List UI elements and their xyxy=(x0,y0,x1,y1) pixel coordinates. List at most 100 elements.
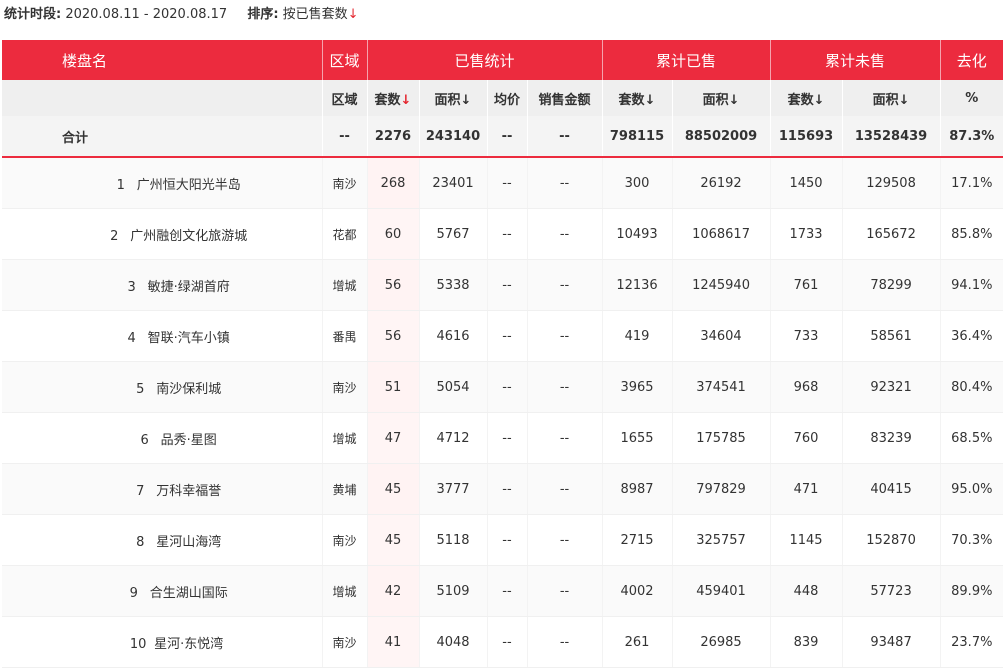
total-unsold-area: 13528439 xyxy=(841,116,941,158)
row-name-cell: 7 万科幸福誉 xyxy=(2,463,322,515)
row-unsold-area: 165672 xyxy=(841,208,941,260)
property-name-link[interactable]: 万科幸福誉 xyxy=(156,484,221,499)
total-sales-amount: -- xyxy=(526,116,603,158)
sales-table: 楼盘名 区域 已售统计 累计已售 累计未售 去化 区域 套数↓ 面积↓ 均价 销… xyxy=(2,40,1004,668)
property-name-link[interactable]: 南沙保利城 xyxy=(156,382,221,397)
row-name-cell: 5 南沙保利城 xyxy=(2,361,322,413)
table-row[interactable]: 7 万科幸福誉 黄埔 45 3777 -- -- 8987 797829 471 … xyxy=(2,463,1004,515)
row-units: 45 xyxy=(366,463,419,515)
sort-down-arrow-icon[interactable]: ↓ xyxy=(348,7,359,22)
sort-cum-units[interactable]: 套数↓ xyxy=(601,80,673,116)
total-row: 合计 -- 2276 243140 -- -- 798115 88502009 … xyxy=(2,116,1004,158)
row-sales-amount: -- xyxy=(526,463,603,515)
table-row[interactable]: 3 敏捷·绿湖首府 增城 56 5338 -- -- 12136 1245940 … xyxy=(2,259,1004,311)
row-rate: 94.1% xyxy=(939,259,1004,311)
table-row[interactable]: 1 广州恒大阳光半岛 南沙 268 23401 -- -- 300 26192 1… xyxy=(2,157,1004,209)
row-unsold-units: 1733 xyxy=(769,208,843,260)
property-name-link[interactable]: 智联·汽车小镇 xyxy=(148,331,230,346)
row-area: 5118 xyxy=(418,514,487,566)
row-sales-amount: -- xyxy=(526,412,603,464)
sort-unsold-units[interactable]: 套数↓ xyxy=(769,80,843,116)
sort-unsold-area[interactable]: 面积↓ xyxy=(841,80,941,116)
row-avg-price: -- xyxy=(486,361,527,413)
row-sales-amount: -- xyxy=(526,565,603,617)
row-unsold-area: 58561 xyxy=(841,310,941,362)
row-unsold-area: 129508 xyxy=(841,157,941,209)
row-units: 268 xyxy=(366,157,419,209)
table-row[interactable]: 6 品秀·星图 增城 47 4712 -- -- 1655 175785 760 … xyxy=(2,412,1004,464)
row-unsold-area: 57723 xyxy=(841,565,941,617)
row-name-cell: 2 广州融创文化旅游城 xyxy=(2,208,322,260)
row-sales-amount: -- xyxy=(526,157,603,209)
row-rate: 95.0% xyxy=(939,463,1004,515)
property-name-link[interactable]: 合生湖山国际 xyxy=(150,586,228,601)
subheader-unsold-units-label: 套数 xyxy=(787,92,814,108)
table-row[interactable]: 4 智联·汽车小镇 番禺 56 4616 -- -- 419 34604 733 … xyxy=(2,310,1004,362)
row-avg-price: -- xyxy=(486,259,527,311)
row-rate: 17.1% xyxy=(939,157,1004,209)
total-units: 2276 xyxy=(366,116,419,158)
total-avg-price: -- xyxy=(486,116,527,158)
row-name-cell: 6 品秀·星图 xyxy=(2,412,322,464)
total-unsold-units: 115693 xyxy=(769,116,843,158)
row-sales-amount: -- xyxy=(526,514,603,566)
header-district: 区域 xyxy=(321,40,367,80)
property-name-link[interactable]: 广州融创文化旅游城 xyxy=(130,229,247,244)
table-row[interactable]: 10 星河·东悦湾 南沙 41 4048 -- -- 261 26985 839 … xyxy=(2,616,1004,668)
property-name-link[interactable]: 星河·东悦湾 xyxy=(154,637,223,652)
sort-arrow-active-icon: ↓ xyxy=(400,92,412,108)
property-name-link[interactable]: 广州恒大阳光半岛 xyxy=(137,178,241,193)
row-sales-amount: -- xyxy=(526,310,603,362)
row-unsold-units: 1450 xyxy=(769,157,843,209)
table-row[interactable]: 9 合生湖山国际 增城 42 5109 -- -- 4002 459401 448… xyxy=(2,565,1004,617)
row-cum-units: 8987 xyxy=(601,463,673,515)
header-sub-row: 区域 套数↓ 面积↓ 均价 销售金额 套数↓ 面积↓ 套数↓ 面积↓ % xyxy=(2,80,1004,116)
row-cum-area: 26985 xyxy=(671,616,771,668)
row-index: 2 xyxy=(110,228,119,244)
table-row[interactable]: 2 广州融创文化旅游城 花都 60 5767 -- -- 10493 106861… xyxy=(2,208,1004,260)
row-name-cell: 1 广州恒大阳光半岛 xyxy=(2,157,322,209)
row-rate: 68.5% xyxy=(939,412,1004,464)
row-units: 42 xyxy=(366,565,419,617)
property-name-link[interactable]: 品秀·星图 xyxy=(161,433,217,448)
property-name-link[interactable]: 星河山海湾 xyxy=(156,535,221,550)
row-unsold-units: 471 xyxy=(769,463,843,515)
row-district: 黄埔 xyxy=(321,463,367,515)
row-sales-amount: -- xyxy=(526,259,603,311)
row-rate: 36.4% xyxy=(939,310,1004,362)
sort-area[interactable]: 面积↓ xyxy=(418,80,487,116)
total-cum-units: 798115 xyxy=(601,116,673,158)
row-cum-units: 2715 xyxy=(601,514,673,566)
sort-arrow-icon: ↓ xyxy=(644,92,656,108)
subheader-area-label: 面积 xyxy=(434,92,461,108)
table-row[interactable]: 8 星河山海湾 南沙 45 5118 -- -- 2715 325757 1145… xyxy=(2,514,1004,566)
row-index: 6 xyxy=(140,432,149,448)
sort-arrow-icon: ↓ xyxy=(813,92,825,108)
row-index: 10 xyxy=(129,636,147,652)
period-label: 统计时段: xyxy=(4,7,62,22)
row-avg-price: -- xyxy=(486,463,527,515)
header-group-row: 楼盘名 区域 已售统计 累计已售 累计未售 去化 xyxy=(2,40,1004,80)
header-cumulative-sold: 累计已售 xyxy=(601,40,771,80)
row-cum-units: 300 xyxy=(601,157,673,209)
row-unsold-area: 78299 xyxy=(841,259,941,311)
row-cum-units: 10493 xyxy=(601,208,673,260)
sort-units[interactable]: 套数↓ xyxy=(366,80,419,116)
table-row[interactable]: 5 南沙保利城 南沙 51 5054 -- -- 3965 374541 968 … xyxy=(2,361,1004,413)
row-rate: 80.4% xyxy=(939,361,1004,413)
row-avg-price: -- xyxy=(486,208,527,260)
sort-cum-area[interactable]: 面积↓ xyxy=(671,80,771,116)
row-district: 番禺 xyxy=(321,310,367,362)
property-name-link[interactable]: 敏捷·绿湖首府 xyxy=(148,280,230,295)
row-cum-area: 374541 xyxy=(671,361,771,413)
row-area: 5054 xyxy=(418,361,487,413)
subheader-rate-unit: % xyxy=(939,80,1004,116)
header-sold-stats: 已售统计 xyxy=(366,40,603,80)
period-value[interactable]: 2020.08.11 - 2020.08.17 xyxy=(65,7,227,22)
row-unsold-area: 93487 xyxy=(841,616,941,668)
row-area: 4616 xyxy=(418,310,487,362)
row-area: 23401 xyxy=(418,157,487,209)
sort-value[interactable]: 按已售套数 xyxy=(283,7,348,22)
row-district: 南沙 xyxy=(321,361,367,413)
row-area: 5338 xyxy=(418,259,487,311)
